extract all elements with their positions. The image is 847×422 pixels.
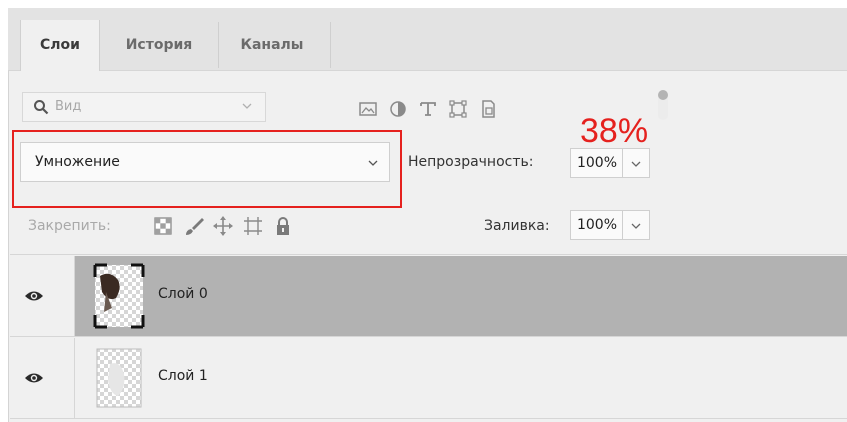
- eye-icon[interactable]: [24, 371, 44, 385]
- chevron-down-icon: [631, 223, 641, 229]
- tab-channels[interactable]: Каналы: [220, 20, 324, 70]
- opacity-value: 100%: [576, 155, 618, 171]
- divider: [10, 336, 847, 337]
- shape-filter-icon[interactable]: [448, 99, 468, 119]
- layer-filter-select[interactable]: Вид: [22, 92, 266, 122]
- fill-dropdown-button[interactable]: [622, 211, 649, 239]
- eye-icon[interactable]: [24, 289, 44, 303]
- toggle-knob: [658, 90, 668, 100]
- lock-transparent-icon[interactable]: [152, 215, 174, 237]
- filter-toggle[interactable]: [658, 90, 668, 120]
- opacity-label: Непрозрачность:: [408, 154, 534, 170]
- filter-kind-label: Вид: [55, 99, 82, 114]
- type-filter-icon[interactable]: [418, 99, 438, 119]
- smart-object-filter-icon[interactable]: [478, 99, 498, 119]
- lock-label: Закрепить:: [28, 218, 111, 234]
- layer-thumbnail: [93, 263, 145, 329]
- lock-all-icon[interactable]: [272, 215, 294, 237]
- tab-separator: [330, 22, 331, 68]
- fill-value: 100%: [576, 217, 618, 233]
- lock-move-icon[interactable]: [212, 215, 234, 237]
- opacity-dropdown-button[interactable]: [622, 149, 649, 177]
- blend-mode-value: Умножение: [35, 154, 120, 170]
- layer-name[interactable]: Слой 0: [158, 286, 208, 302]
- chevron-down-icon: [242, 103, 252, 109]
- layer-row[interactable]: Слой 0: [10, 256, 847, 336]
- annotation-text: 38%: [580, 112, 649, 150]
- chevron-down-icon: [368, 160, 378, 166]
- visibility-cell[interactable]: [10, 256, 75, 336]
- chevron-down-icon: [631, 161, 641, 167]
- divider: [10, 418, 847, 419]
- layer-thumbnail: [96, 348, 142, 408]
- adjustment-filter-icon[interactable]: [388, 99, 408, 119]
- search-icon: [34, 100, 49, 115]
- layer-name[interactable]: Слой 1: [158, 368, 208, 384]
- blend-mode-select[interactable]: Умножение: [20, 142, 390, 182]
- tab-layers[interactable]: Слои: [20, 20, 100, 71]
- visibility-cell[interactable]: [10, 338, 75, 418]
- layer-row[interactable]: Слой 1: [10, 338, 847, 418]
- divider: [10, 254, 847, 255]
- lock-artboard-icon[interactable]: [242, 215, 264, 237]
- fill-label: Заливка:: [484, 218, 550, 234]
- tab-separator: [218, 22, 219, 68]
- fill-field[interactable]: 100%: [570, 210, 650, 240]
- tab-history[interactable]: История: [106, 20, 212, 70]
- opacity-field[interactable]: 100%: [570, 148, 650, 178]
- tab-bar: Слои История Каналы: [8, 8, 847, 71]
- image-filter-icon[interactable]: [358, 99, 378, 119]
- lock-brush-icon[interactable]: [183, 215, 205, 237]
